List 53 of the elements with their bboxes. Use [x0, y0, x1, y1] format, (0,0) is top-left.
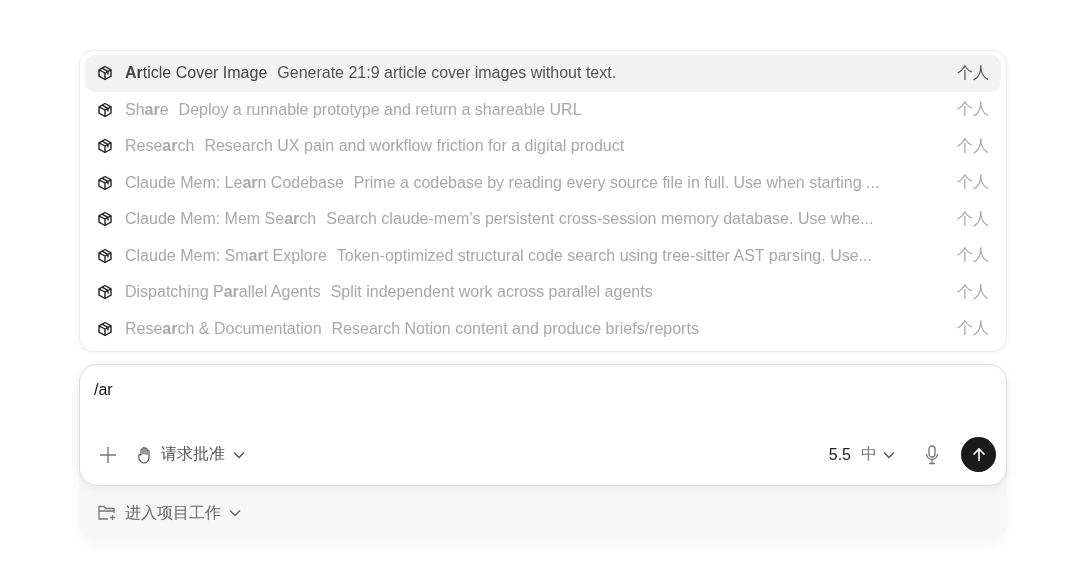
arrow-up-icon: [970, 446, 987, 463]
skill-description: Search claude-mem's persistent cross-session memory database. Use whe...: [326, 210, 875, 229]
chevron-icon: [883, 450, 895, 459]
scope-label: 个人: [957, 135, 989, 156]
chevron-icon: [233, 450, 245, 459]
skill-description: Deploy a runnable prototype and return a shareable URL: [178, 100, 583, 119]
model-dropdown[interactable]: 5.5 中: [828, 444, 895, 465]
chevron-icon: [229, 509, 241, 517]
plus-icon[interactable]: [99, 445, 117, 464]
skill-description: Prime a codebase by reading every source file in full. Use when starting ...: [353, 173, 881, 192]
scope-label: 个人: [957, 172, 989, 193]
hand-icon: [137, 445, 153, 464]
scope-label: 个人: [957, 245, 989, 266]
skill-name: Dispatching Parallel Agents: [125, 283, 321, 302]
cube-icon: [97, 101, 113, 118]
skill-description: Research UX pain and workflow friction for a digital product: [204, 137, 626, 156]
project-dropdown[interactable]: 进入项目工作: [97, 502, 241, 524]
suggestion-item[interactable]: Claude Mem: Learn Codebase Prime a codebase by reading every source file in full. Use when starting ... 个人: [85, 164, 1001, 201]
cube-icon: [97, 284, 113, 301]
skill-description: Split independent work across parallel agents: [330, 283, 654, 302]
folder-icon: [97, 504, 117, 522]
skill-description: Token-optimized structural code search using tree-sitter AST parsing. Use...: [336, 246, 873, 265]
suggestion-item[interactable]: Share Deploy a runnable prototype and return a shareable URL 个人: [85, 91, 1001, 128]
microphone-icon[interactable]: [925, 444, 939, 465]
cube-icon: [97, 247, 113, 264]
skill-name: Claude Mem: Learn Codebase: [125, 173, 344, 192]
scope-label: 个人: [957, 62, 989, 83]
suggestion-item[interactable]: Dispatching Parallel Agents Split independent work across parallel agents 个人: [85, 274, 1001, 311]
suggestion-item[interactable]: Claude Mem: Smart Explore Token-optimized structural code search using tree-sitter AST parsing. Use... 个人: [85, 237, 1001, 274]
scope-label: 个人: [957, 281, 989, 302]
suggestion-item[interactable]: Article Cover Image Generate 21:9 article cover images without text. 个人: [85, 55, 1001, 92]
skill-description: Research Notion content and produce briefs/reports: [331, 319, 700, 338]
scope-label: 个人: [957, 99, 989, 120]
skill-name: Research & Documentation: [125, 319, 322, 338]
message-input[interactable]: /ar: [94, 381, 996, 399]
suggestion-item[interactable]: Research Research UX pain and workflow friction for a digital product 个人: [85, 128, 1001, 165]
skill-name: Claude Mem: Mem Search: [125, 210, 317, 229]
suggestion-item[interactable]: Claude Mem: Mem Search Search claude-mem's persistent cross-session memory database. Use whe... 个人: [85, 201, 1001, 238]
scope-label: 个人: [957, 208, 989, 229]
skill-description: Generate 21:9 article cover images without text.: [277, 64, 618, 83]
skill-name: Research: [125, 137, 195, 156]
skill-name: Share: [125, 100, 169, 119]
cube-icon: [97, 65, 113, 82]
suggestion-item[interactable]: Research & Documentation Research Notion content and produce briefs/reports 个人: [85, 310, 1001, 347]
cube-icon: [97, 138, 113, 155]
scope-label: 个人: [957, 318, 989, 339]
skill-name: Article Cover Image: [125, 64, 268, 83]
cube-icon: [97, 174, 113, 191]
cube-icon: [97, 211, 113, 228]
approval-dropdown[interactable]: 请求批准: [137, 444, 245, 465]
send-button[interactable]: [961, 437, 996, 472]
skill-name: Claude Mem: Smart Explore: [125, 246, 327, 265]
cube-icon: [97, 320, 113, 337]
